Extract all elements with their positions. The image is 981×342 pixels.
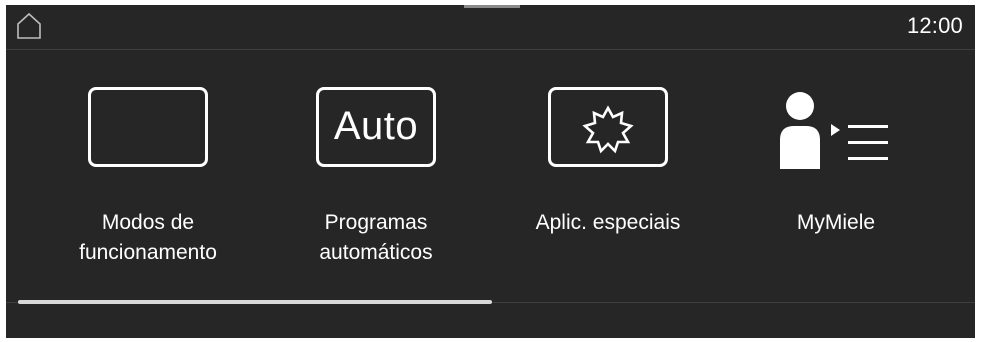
tile-label-line1: Aplic. especiais	[535, 211, 681, 234]
tile-label: Modos de funcionamento	[28, 208, 268, 268]
tile-label-line1: Programas	[324, 211, 428, 234]
status-bar-divider	[6, 49, 975, 50]
operating-modes-icon	[88, 87, 208, 167]
tile-auto-programs[interactable]: Auto Programas automáticos	[256, 81, 496, 281]
top-pull-handle[interactable]	[464, 5, 520, 8]
tile-operating-modes[interactable]: Modos de funcionamento	[28, 81, 268, 281]
tile-label: Programas automáticos	[256, 208, 496, 268]
home-icon[interactable]	[16, 12, 42, 40]
appliance-display: 12:00 Modos de funcionamento Auto Progra…	[6, 5, 975, 338]
tile-mymiele[interactable]: MyMiele	[716, 81, 956, 281]
tile-label-line2: automáticos	[319, 241, 433, 264]
tile-label-line1: MyMiele	[796, 211, 876, 234]
mymiele-profile-icon	[766, 89, 906, 169]
horizontal-scrollbar-thumb[interactable]	[18, 300, 492, 304]
tile-label-line1: Modos de	[101, 211, 195, 234]
tile-label: MyMiele	[716, 208, 956, 238]
tile-label-line2: funcionamento	[79, 241, 217, 264]
tile-label: Aplic. especiais	[488, 208, 728, 238]
clock-time: 12:00	[906, 13, 963, 38]
special-applications-icon	[548, 87, 668, 167]
auto-programs-icon: Auto	[316, 87, 436, 167]
auto-icon-text: Auto	[333, 104, 419, 149]
starburst-icon	[582, 105, 634, 154]
tile-special-applications[interactable]: Aplic. especiais	[488, 81, 728, 281]
